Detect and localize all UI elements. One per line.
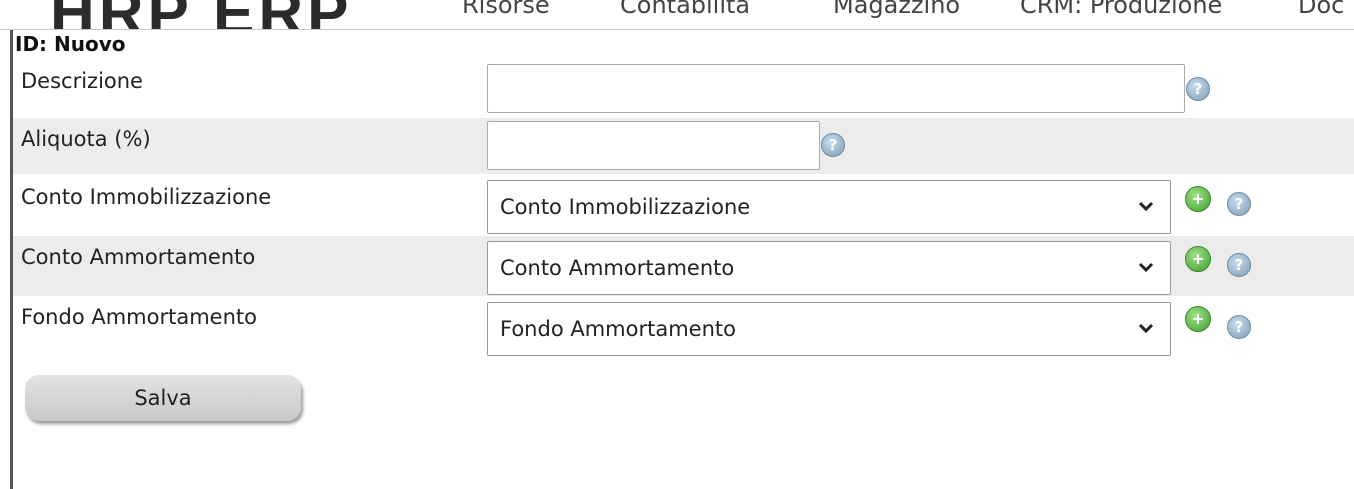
row-conto-ammortamento: Conto Ammortamento Conto Ammortamento ? — [13, 236, 1354, 296]
chevron-down-icon — [1138, 262, 1154, 273]
aliquota-label: Aliquota (%) — [21, 127, 151, 151]
help-icon[interactable]: ? — [821, 133, 845, 157]
fondo-ammortamento-selected: Fondo Ammortamento — [500, 317, 736, 341]
help-icon[interactable]: ? — [1227, 192, 1251, 216]
row-descrizione: Descrizione ? — [13, 60, 1354, 118]
chevron-down-icon — [1138, 201, 1154, 212]
conto-ammortamento-label: Conto Ammortamento — [21, 245, 256, 269]
help-icon[interactable]: ? — [1227, 253, 1251, 277]
fondo-ammortamento-label: Fondo Ammortamento — [21, 305, 257, 329]
app-logo: HRP ERP — [50, 0, 353, 30]
help-icon[interactable]: ? — [1227, 315, 1251, 339]
record-id-title: ID: Nuovo — [15, 32, 126, 56]
add-icon[interactable] — [1185, 186, 1211, 212]
row-aliquota: Aliquota (%) ? — [13, 118, 1354, 174]
fondo-ammortamento-select[interactable]: Fondo Ammortamento — [487, 302, 1171, 356]
nav-item-doc[interactable]: Doc — [1298, 0, 1344, 19]
save-button[interactable]: Salva — [25, 375, 301, 421]
conto-ammortamento-selected: Conto Ammortamento — [500, 256, 735, 280]
top-navigation: HRP ERP Risorse Contabilità Magazzino CR… — [0, 0, 1354, 30]
add-icon[interactable] — [1185, 246, 1211, 272]
aliquota-input[interactable] — [487, 121, 820, 170]
nav-item-contabilita[interactable]: Contabilità — [620, 0, 750, 19]
row-conto-immobilizzazione: Conto Immobilizzazione Conto Immobilizza… — [13, 174, 1354, 236]
chevron-down-icon — [1138, 323, 1154, 334]
conto-immobilizzazione-select[interactable]: Conto Immobilizzazione — [487, 180, 1171, 234]
row-fondo-ammortamento: Fondo Ammortamento Fondo Ammortamento ? — [13, 296, 1354, 358]
conto-immobilizzazione-label: Conto Immobilizzazione — [21, 185, 272, 209]
descrizione-input[interactable] — [487, 64, 1185, 113]
nav-item-crm-produzione[interactable]: CRM: Produzione — [1020, 0, 1222, 19]
nav-item-magazzino[interactable]: Magazzino — [833, 0, 960, 19]
conto-immobilizzazione-selected: Conto Immobilizzazione — [500, 195, 751, 219]
conto-ammortamento-select[interactable]: Conto Ammortamento — [487, 241, 1171, 295]
add-icon[interactable] — [1185, 306, 1211, 332]
descrizione-label: Descrizione — [21, 69, 143, 93]
help-icon[interactable]: ? — [1186, 77, 1210, 101]
nav-item-risorse[interactable]: Risorse — [462, 0, 550, 19]
form-panel: ID: Nuovo Descrizione ? Aliquota (%) ? C… — [10, 30, 1354, 489]
